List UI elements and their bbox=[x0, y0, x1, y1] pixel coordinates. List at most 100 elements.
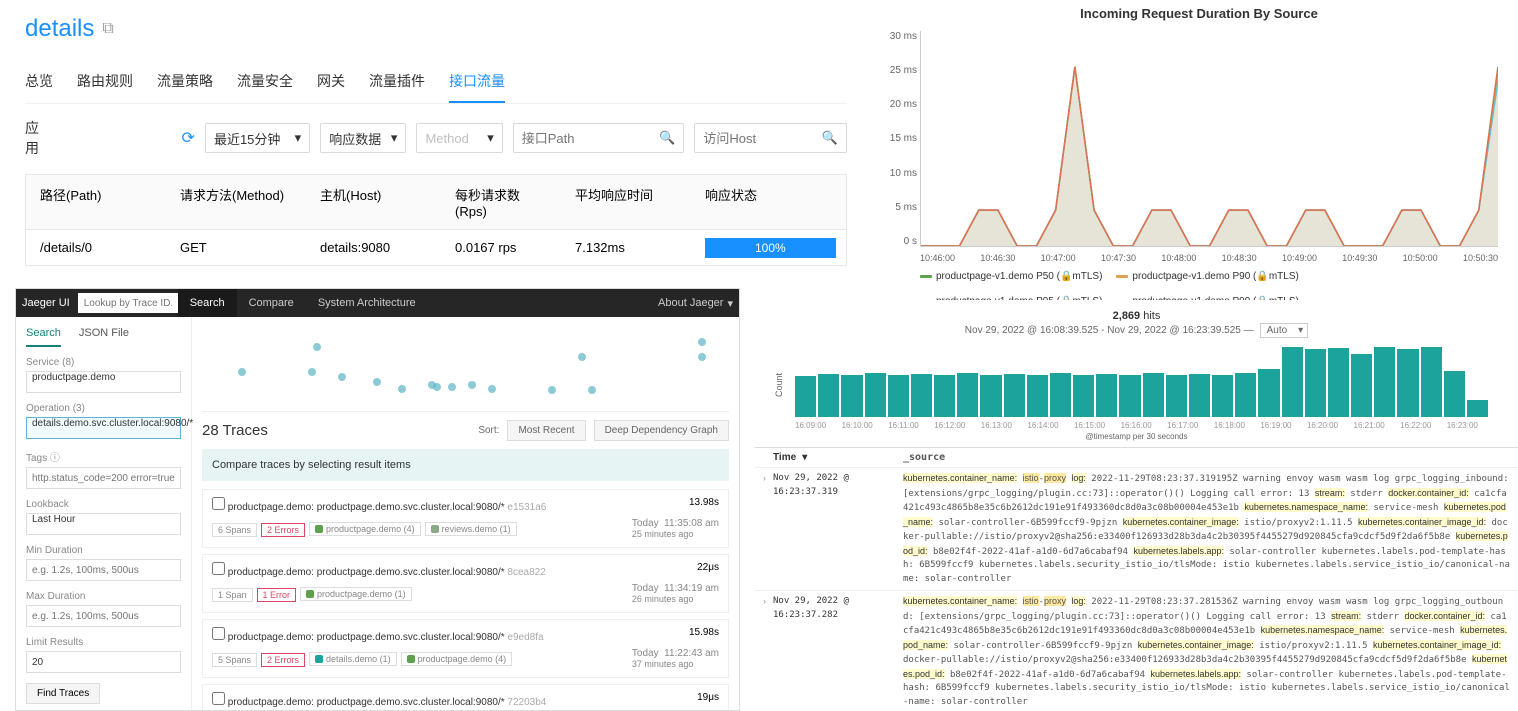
histogram-bar[interactable] bbox=[1351, 354, 1372, 417]
histogram-bar[interactable] bbox=[957, 373, 978, 417]
histogram-bar[interactable] bbox=[841, 375, 862, 417]
cell-host: details:9080 bbox=[306, 230, 441, 265]
duration-chart: Incoming Request Duration By Source 30 m… bbox=[880, 0, 1518, 300]
tags-input[interactable] bbox=[26, 467, 181, 489]
column-header: 请求方法(Method) bbox=[166, 175, 306, 229]
histogram-bar[interactable] bbox=[1050, 373, 1071, 417]
cell-rps: 0.0167 rps bbox=[441, 230, 561, 265]
trace-item[interactable]: productpage.demo: productpage.demo.svc.c… bbox=[202, 619, 729, 678]
histogram-bar[interactable] bbox=[1397, 349, 1418, 417]
histogram-bar[interactable] bbox=[1421, 347, 1442, 417]
expand-icon[interactable]: › bbox=[763, 472, 773, 586]
histogram-bar[interactable] bbox=[1004, 374, 1025, 417]
search-sidebar: Search JSON File Service (8)productpage.… bbox=[16, 317, 192, 710]
histogram-bar[interactable] bbox=[1235, 373, 1256, 417]
cell-latency: 7.132ms bbox=[561, 230, 691, 265]
histogram-bar[interactable] bbox=[1073, 375, 1094, 417]
time-range: Nov 29, 2022 @ 16:08:39.525 - Nov 29, 20… bbox=[755, 323, 1518, 338]
histogram-bar[interactable] bbox=[1189, 374, 1210, 417]
histogram-bar[interactable] bbox=[1119, 375, 1140, 417]
table-row[interactable]: /details/0 GET details:9080 0.0167 rps 7… bbox=[26, 229, 846, 265]
legend-item[interactable]: productpage-v1.demo P50 (🔒mTLS) bbox=[920, 271, 1102, 282]
histogram-bar[interactable] bbox=[1328, 348, 1349, 417]
chevron-down-icon: ▾ bbox=[295, 130, 302, 146]
compare-hint: Compare traces by selecting result items bbox=[202, 449, 729, 481]
legend-item[interactable]: productpage-v1.demo P99 (🔒mTLS) bbox=[1116, 296, 1298, 300]
histogram-bar[interactable] bbox=[1467, 400, 1488, 417]
refresh-icon[interactable]: ⟳ bbox=[182, 128, 195, 148]
histogram-bar[interactable] bbox=[980, 375, 1001, 417]
histogram-bar[interactable] bbox=[934, 375, 955, 417]
trace-item[interactable]: productpage.demo: productpage.demo.svc.c… bbox=[202, 554, 729, 613]
lookback-select[interactable]: Last Hour bbox=[26, 513, 181, 535]
histogram-bar[interactable] bbox=[888, 375, 909, 417]
histogram-bar[interactable] bbox=[865, 373, 886, 417]
select-trace-checkbox[interactable] bbox=[212, 692, 225, 705]
legend-item[interactable]: productpage-v1.demo P95 (🔒mTLS) bbox=[920, 296, 1102, 300]
trace-item[interactable]: productpage.demo: productpage.demo.svc.c… bbox=[202, 684, 729, 710]
select-trace-checkbox[interactable] bbox=[212, 627, 225, 640]
ddg-button[interactable]: Deep Dependency Graph bbox=[594, 420, 729, 441]
select-trace-checkbox[interactable] bbox=[212, 562, 225, 575]
expand-icon[interactable]: › bbox=[763, 595, 773, 709]
histogram-bar[interactable] bbox=[1444, 371, 1465, 417]
time-range-select[interactable]: 最近15分钟▾ bbox=[205, 123, 310, 153]
histogram-bar[interactable] bbox=[911, 374, 932, 417]
tab-1[interactable]: 路由规则 bbox=[77, 61, 133, 103]
path-input[interactable]: 🔍 bbox=[513, 123, 685, 153]
tab-0[interactable]: 总览 bbox=[25, 61, 53, 103]
log-row[interactable]: ›Nov 29, 2022 @ 16:23:37.319kubernetes.c… bbox=[755, 467, 1518, 590]
histogram-bar[interactable] bbox=[1027, 375, 1048, 417]
histogram-bar[interactable] bbox=[1096, 374, 1117, 417]
histogram-bar[interactable] bbox=[1282, 347, 1303, 417]
trace-item[interactable]: productpage.demo: productpage.demo.svc.c… bbox=[202, 489, 729, 548]
histogram-bar[interactable] bbox=[1374, 347, 1395, 417]
tab-6[interactable]: 接口流量 bbox=[449, 61, 505, 103]
tab-3[interactable]: 流量安全 bbox=[237, 61, 293, 103]
title-text: details bbox=[25, 15, 94, 43]
jaeger-topbar: Jaeger UI SearchCompareSystem Architectu… bbox=[16, 289, 739, 317]
jaeger-panel: Jaeger UI SearchCompareSystem Architectu… bbox=[15, 288, 740, 711]
sort-select[interactable]: Most Recent bbox=[507, 420, 585, 441]
method-select[interactable]: Method▾ bbox=[416, 123, 502, 153]
interval-select[interactable]: Auto ▾ bbox=[1260, 323, 1309, 338]
histogram-bar[interactable] bbox=[818, 374, 839, 417]
tab-2[interactable]: 流量策略 bbox=[157, 61, 213, 103]
tab-4[interactable]: 网关 bbox=[317, 61, 345, 103]
operation-select[interactable]: details.demo.svc.cluster.local:9080/* bbox=[26, 417, 181, 439]
histogram-bar[interactable] bbox=[1212, 375, 1233, 417]
limit-label: Limit Results bbox=[26, 637, 181, 648]
maxdur-input[interactable] bbox=[26, 605, 181, 627]
col-time[interactable]: Time ▾ bbox=[773, 452, 903, 463]
select-trace-checkbox[interactable] bbox=[212, 497, 225, 510]
nav-system architecture[interactable]: System Architecture bbox=[306, 289, 428, 317]
host-input[interactable]: 🔍 bbox=[694, 123, 847, 153]
json-file-tab[interactable]: JSON File bbox=[79, 327, 129, 347]
limit-input[interactable] bbox=[26, 651, 181, 673]
search-icon[interactable]: 🔍 bbox=[822, 130, 838, 146]
about-link[interactable]: About Jaeger▾ bbox=[658, 297, 733, 310]
tab-bar: 总览路由规则流量策略流量安全网关流量插件接口流量 bbox=[25, 61, 847, 104]
service-select[interactable]: productpage.demo bbox=[26, 371, 181, 393]
search-tab[interactable]: Search bbox=[26, 327, 61, 347]
nav-search[interactable]: Search bbox=[178, 289, 237, 317]
mindur-input[interactable] bbox=[26, 559, 181, 581]
log-row[interactable]: ›Nov 29, 2022 @ 16:23:37.282kubernetes.c… bbox=[755, 590, 1518, 711]
tab-5[interactable]: 流量插件 bbox=[369, 61, 425, 103]
legend-item[interactable]: productpage-v1.demo P90 (🔒mTLS) bbox=[1116, 271, 1298, 282]
nav-compare[interactable]: Compare bbox=[237, 289, 306, 317]
maxdur-label: Max Duration bbox=[26, 591, 181, 602]
column-header: 路径(Path) bbox=[26, 175, 166, 229]
response-data-select[interactable]: 响应数据▾ bbox=[320, 123, 406, 153]
histogram-bar[interactable] bbox=[1305, 349, 1326, 417]
histogram-bar[interactable] bbox=[1258, 369, 1279, 417]
histogram-bar[interactable] bbox=[795, 376, 816, 417]
histogram-bar[interactable] bbox=[1143, 373, 1164, 417]
trace-id-input[interactable] bbox=[78, 293, 178, 313]
column-header: 每秒请求数(Rps) bbox=[441, 175, 561, 229]
histogram-bar[interactable] bbox=[1166, 375, 1187, 417]
copy-icon[interactable]: ⧉ bbox=[102, 20, 113, 38]
search-icon[interactable]: 🔍 bbox=[659, 130, 675, 146]
find-traces-button[interactable]: Find Traces bbox=[26, 683, 100, 704]
histogram[interactable]: Count bbox=[795, 342, 1488, 417]
